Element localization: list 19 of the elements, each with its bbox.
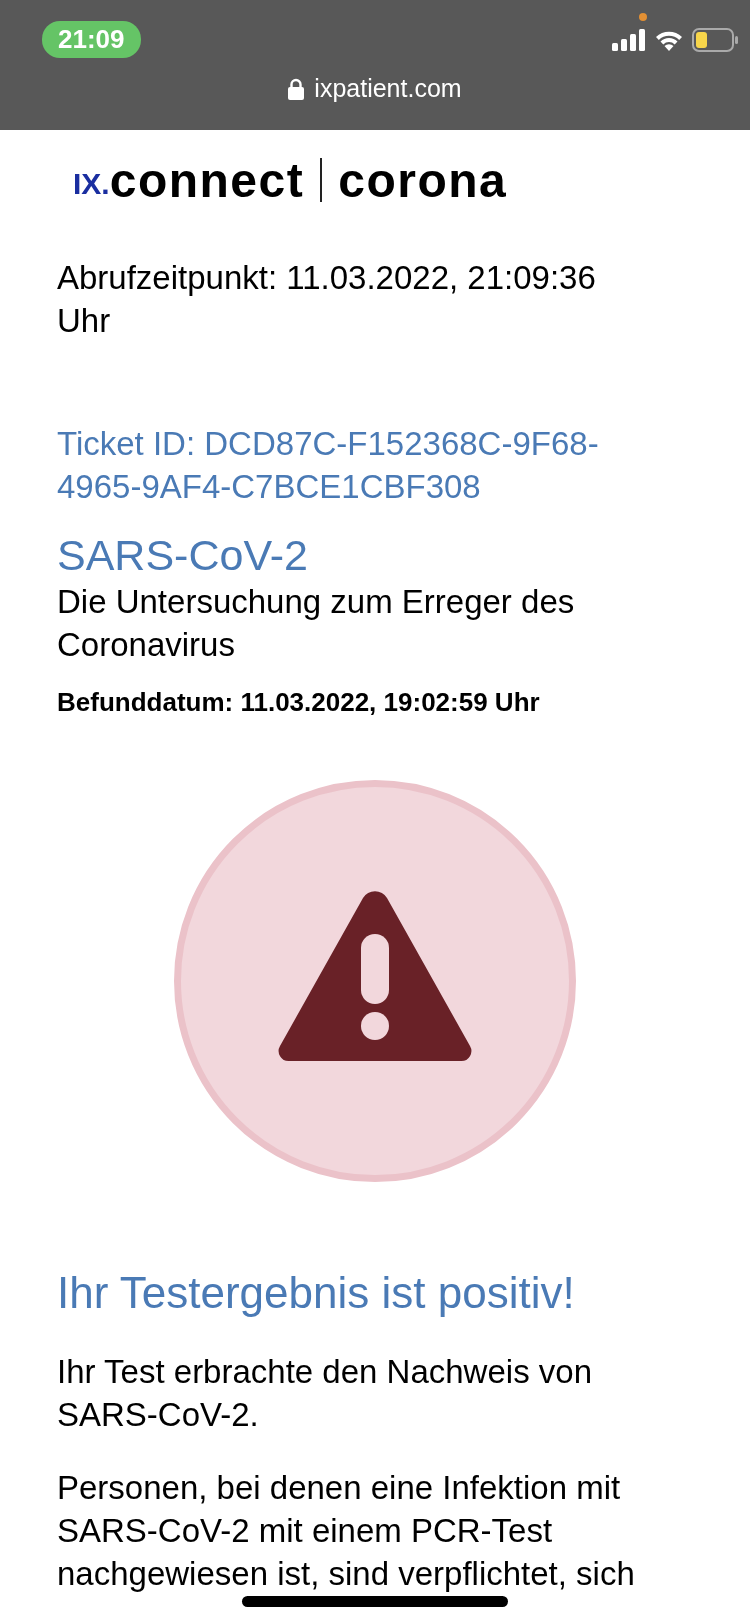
retrieval-time: Abrufzeitpunkt: 11.03.2022, 21:09:36 Uhr xyxy=(57,258,597,341)
url-text[interactable]: ixpatient.com xyxy=(314,74,462,103)
test-subtitle: Die Untersuchung zum Erreger des Coronavirus xyxy=(57,582,576,665)
wifi-icon xyxy=(654,29,684,51)
test-title: SARS-CoV-2 xyxy=(57,530,309,580)
warning-icon xyxy=(277,890,473,1062)
result-paragraph: Personen, bei denen eine Infektion mit SARS-CoV-2 mit einem PCR-Test nachgewiesen ist, sind verpflichtet, sich xyxy=(57,1468,636,1594)
ticket-id: Ticket ID: DCD87C-F152368C-9F68-4965-9AF4-C7BCE1CBF308 xyxy=(57,424,600,507)
signal-icon xyxy=(612,29,646,51)
status-time: 21:09 xyxy=(42,20,141,58)
battery-icon xyxy=(692,28,738,52)
logo-product: corona xyxy=(338,152,508,208)
lock-icon xyxy=(288,77,305,100)
result-heading: Ihr Testergebnis ist positiv! xyxy=(57,1268,576,1318)
logo-brand: connect xyxy=(109,152,305,208)
logo-prefix: IX. xyxy=(73,167,110,201)
result-date: Befunddatum: 11.03.2022, 19:02:59 Uhr xyxy=(57,686,541,719)
privacy-indicator-icon xyxy=(639,13,647,21)
result-paragraph: Ihr Test erbrachte den Nachweis von SARS-CoV-2. xyxy=(57,1352,593,1435)
